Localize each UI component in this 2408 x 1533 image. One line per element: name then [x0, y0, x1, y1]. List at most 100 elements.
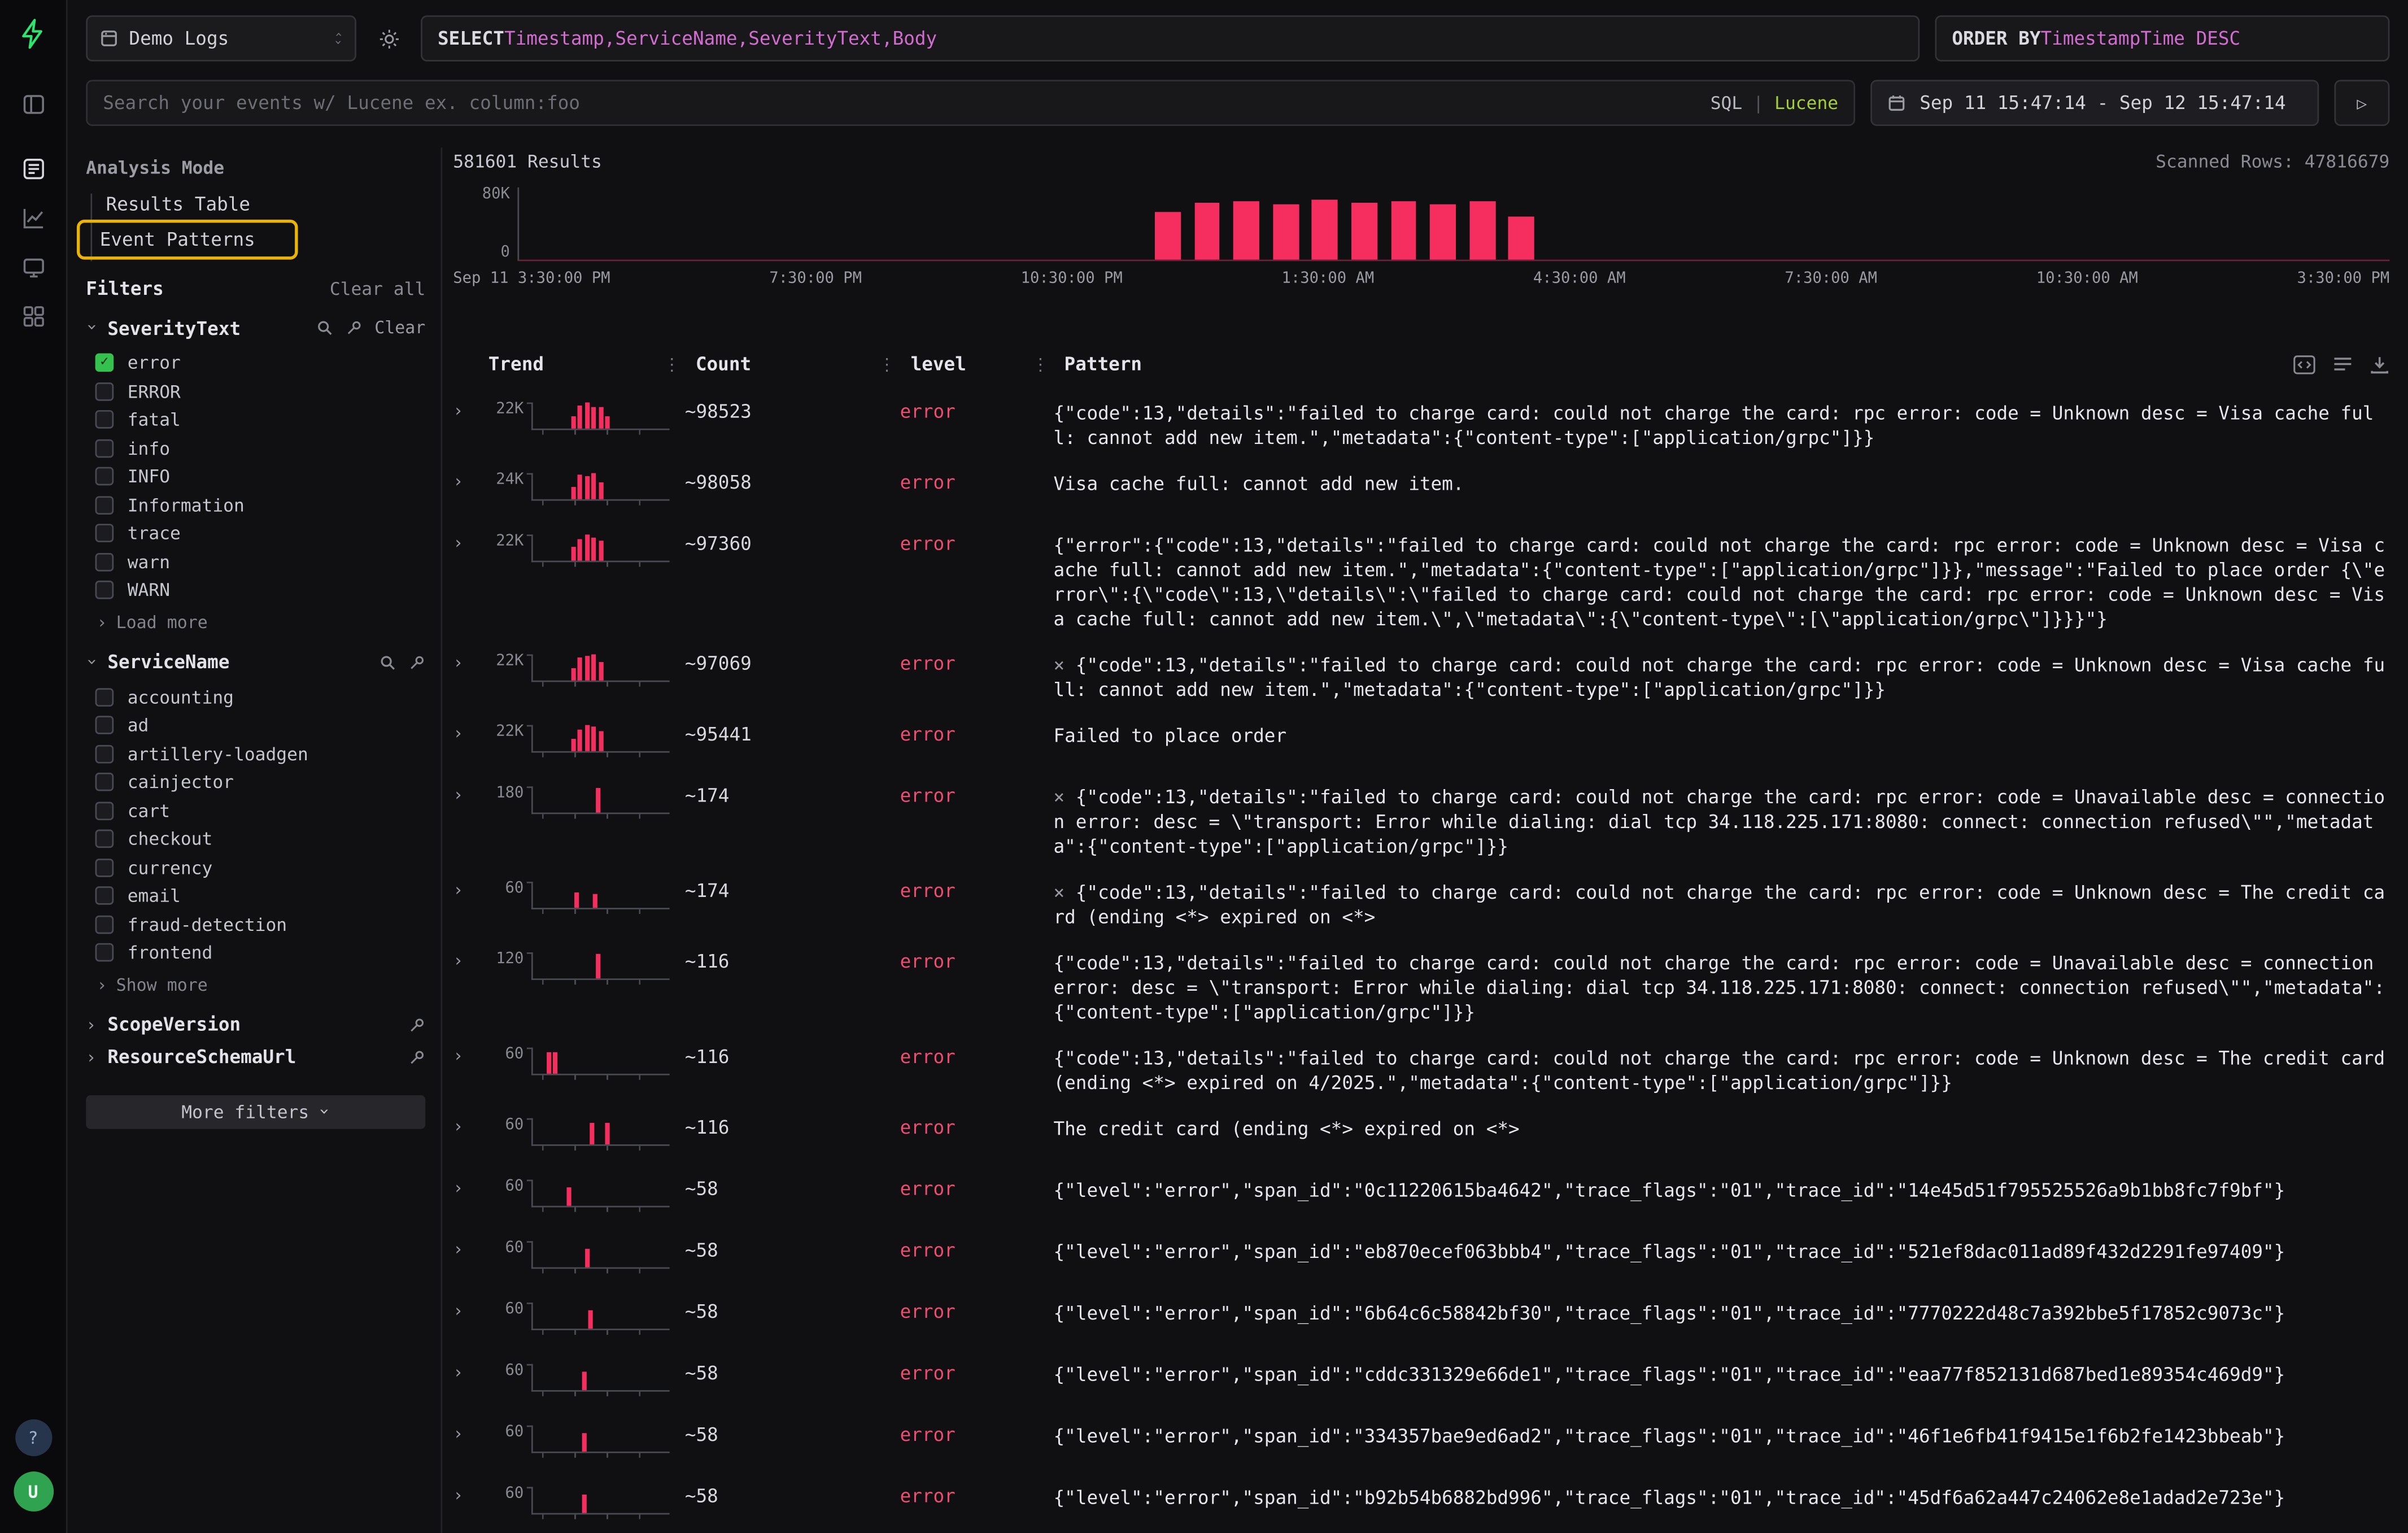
checkbox-icon[interactable]	[95, 744, 114, 763]
search-icon[interactable]	[316, 320, 333, 337]
table-row[interactable]: ›180~174error× {"code":13,"details":"fai…	[453, 773, 2389, 868]
logo-bolt-icon[interactable]	[19, 19, 48, 49]
expand-chevron-icon[interactable]: ›	[453, 1421, 478, 1444]
expand-chevron-icon[interactable]: ›	[453, 1236, 478, 1260]
filter-option[interactable]: Information	[95, 491, 426, 519]
search-icon[interactable]	[379, 654, 396, 670]
column-menu-icon[interactable]: ⋮	[1032, 354, 1049, 374]
checkbox-icon[interactable]	[95, 552, 114, 571]
histogram-bar[interactable]	[1508, 216, 1534, 260]
filter-option[interactable]: ad	[95, 711, 426, 739]
filter-option[interactable]: fatal	[95, 406, 426, 434]
checkbox-icon[interactable]	[95, 496, 114, 515]
filter-group-resourceschemaurl[interactable]: ›ResourceSchemaUrl	[86, 1040, 425, 1073]
pin-icon[interactable]	[408, 1048, 425, 1065]
checkbox-icon[interactable]	[95, 382, 114, 400]
histogram-bar[interactable]	[1312, 200, 1338, 259]
filter-option[interactable]: WARN	[95, 576, 426, 604]
checkbox-icon[interactable]	[95, 524, 114, 543]
checkbox-icon[interactable]	[95, 830, 114, 848]
col-trend[interactable]: Trend ⋮	[488, 353, 696, 374]
language-lucene[interactable]: Lucene	[1774, 92, 1838, 114]
table-row[interactable]: ›24K~98058errorVisa cache full: cannot a…	[453, 459, 2389, 521]
search-input[interactable]	[103, 92, 1710, 114]
checkbox-icon[interactable]: ✓	[95, 354, 114, 372]
filter-option[interactable]: fraud-detection	[95, 910, 426, 938]
table-row[interactable]: ›60~116error{"code":13,"details":"failed…	[453, 1034, 2389, 1104]
histogram-bar[interactable]	[1273, 204, 1299, 260]
filter-option[interactable]: INFO	[95, 463, 426, 491]
service-group-header[interactable]: › ServiceName	[86, 646, 425, 678]
download-icon[interactable]	[2370, 354, 2389, 374]
checkbox-icon[interactable]	[95, 858, 114, 877]
histogram-bar[interactable]	[1430, 204, 1456, 260]
avatar[interactable]: U	[13, 1471, 53, 1512]
histogram-plot[interactable]	[517, 188, 2389, 262]
expand-chevron-icon[interactable]: ›	[453, 1360, 478, 1383]
filter-option[interactable]: trace	[95, 519, 426, 547]
expand-chevron-icon[interactable]: ›	[453, 948, 478, 971]
filter-option[interactable]: frontend	[95, 939, 426, 967]
column-menu-icon[interactable]: ⋮	[664, 354, 680, 374]
sql-query[interactable]: SELECT Timestamp, ServiceName, SeverityT…	[421, 15, 1920, 62]
checkbox-icon[interactable]	[95, 773, 114, 792]
table-row[interactable]: ›22K~97360error{"error":{"code":13,"deta…	[453, 521, 2389, 641]
filter-option[interactable]: artillery-loadgen	[95, 739, 426, 768]
histogram-bar[interactable]	[1469, 202, 1495, 259]
clear-all-filters[interactable]: Clear all	[330, 278, 425, 299]
expand-chevron-icon[interactable]: ›	[453, 650, 478, 673]
filter-option[interactable]: currency	[95, 853, 426, 882]
filter-option[interactable]: info	[95, 434, 426, 462]
mode-results-table[interactable]: Results Table	[86, 189, 250, 219]
language-toggle[interactable]: SQL | Lucene	[1711, 92, 1838, 114]
filter-option[interactable]: checkout	[95, 825, 426, 853]
monitor-icon[interactable]	[21, 255, 46, 280]
table-row[interactable]: ›60~58error{"level":"error","span_id":"c…	[453, 1350, 2389, 1412]
order-by[interactable]: ORDER BY TimestampTime DESC	[1935, 15, 2389, 62]
expand-chevron-icon[interactable]: ›	[453, 1043, 478, 1066]
checkbox-icon[interactable]	[95, 467, 114, 486]
expand-chevron-icon[interactable]: ›	[453, 398, 478, 421]
filter-option[interactable]: email	[95, 882, 426, 910]
checkbox-icon[interactable]	[95, 581, 114, 600]
panel-toggle-icon[interactable]	[21, 92, 46, 117]
filter-option[interactable]: ERROR	[95, 377, 426, 406]
filter-option[interactable]: accounting	[95, 683, 426, 711]
table-row[interactable]: ›60~116errorThe credit card (ending <*> …	[453, 1104, 2389, 1166]
severity-clear[interactable]: Clear	[374, 318, 425, 338]
checkbox-icon[interactable]	[95, 915, 114, 934]
filter-group-scopeversion[interactable]: ›ScopeVersion	[86, 1008, 425, 1040]
histogram-bar[interactable]	[1351, 203, 1377, 260]
code-view-icon[interactable]	[2293, 354, 2316, 374]
help-button[interactable]: ?	[15, 1419, 51, 1456]
expand-chevron-icon[interactable]: ›	[453, 720, 478, 743]
table-row[interactable]: ›22K~98523error{"code":13,"details":"fai…	[453, 389, 2389, 459]
table-row[interactable]: ›60~58error{"level":"error","span_id":"0…	[453, 1166, 2389, 1227]
service-show-more[interactable]: › Show more	[97, 974, 425, 994]
histogram-bar[interactable]	[1155, 213, 1181, 260]
checkbox-icon[interactable]	[95, 943, 114, 962]
expand-chevron-icon[interactable]: ›	[453, 1175, 478, 1198]
table-row[interactable]: ›22K~95441errorFailed to place order	[453, 711, 2389, 773]
chart-icon[interactable]	[21, 206, 46, 230]
filter-option[interactable]: cainjector	[95, 768, 426, 796]
histogram-bar[interactable]	[1391, 202, 1417, 259]
severity-group-header[interactable]: › SeverityText Clear	[86, 312, 425, 344]
run-query-button[interactable]: ▷	[2334, 80, 2389, 126]
date-range-picker[interactable]: Sep 11 15:47:14 - Sep 12 15:47:14	[1870, 80, 2319, 126]
search-logs-icon[interactable]	[21, 156, 46, 181]
dashboards-icon[interactable]	[21, 304, 46, 329]
table-row[interactable]: ›60~58error{"level":"error","span_id":"e…	[453, 1227, 2389, 1289]
expand-chevron-icon[interactable]: ›	[453, 530, 478, 553]
col-level[interactable]: level ⋮	[911, 353, 1065, 374]
table-row[interactable]: ›60~174error× {"code":13,"details":"fail…	[453, 868, 2389, 938]
table-row[interactable]: ›60~58error{"level":"error","span_id":"3…	[453, 1412, 2389, 1473]
table-row[interactable]: ›22K~97069error× {"code":13,"details":"f…	[453, 641, 2389, 711]
pin-icon[interactable]	[408, 654, 425, 670]
gear-icon[interactable]	[372, 15, 405, 62]
expand-chevron-icon[interactable]: ›	[453, 1482, 478, 1505]
expand-chevron-icon[interactable]: ›	[453, 782, 478, 805]
col-count[interactable]: Count ⋮	[696, 353, 911, 374]
more-filters-button[interactable]: More filters ›	[86, 1095, 425, 1129]
checkbox-icon[interactable]	[95, 716, 114, 735]
